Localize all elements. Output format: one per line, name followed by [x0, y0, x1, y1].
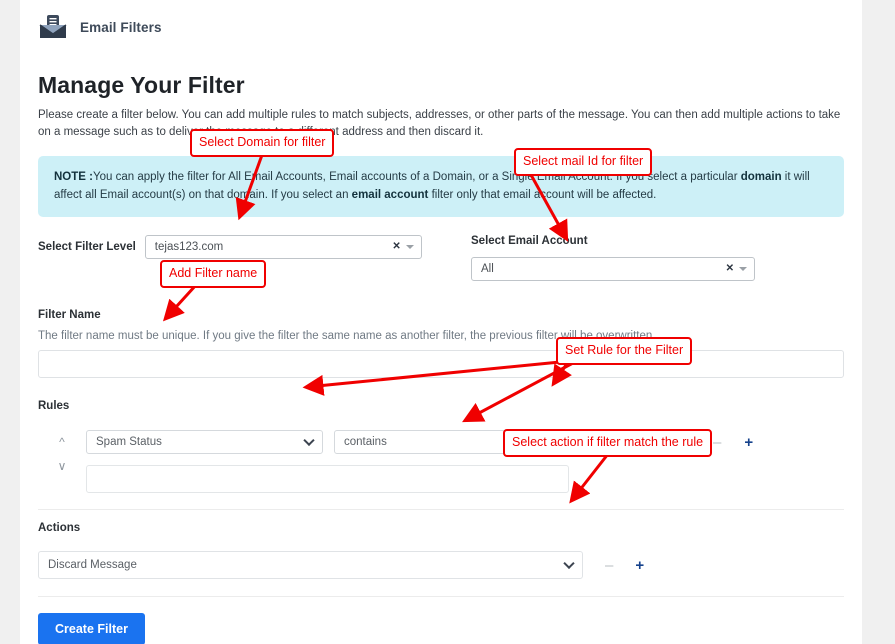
note-label: NOTE : — [54, 171, 93, 184]
chevron-down-icon[interactable] — [563, 558, 575, 570]
filter-level-group: Select Filter Level tejas123.com ✕ — [38, 235, 453, 281]
action-addremove-controls: – + — [605, 558, 644, 573]
rules-label: Rules — [38, 400, 70, 413]
chevron-down-icon[interactable] — [303, 435, 315, 447]
rule-addremove-controls: – + — [713, 435, 753, 450]
add-action-button[interactable]: + — [635, 558, 644, 573]
rule-operator-select[interactable]: contains — [334, 430, 556, 455]
email-account-label: Select Email Account — [471, 235, 588, 248]
action-select[interactable]: Discard Message — [38, 551, 583, 580]
caret-down-icon[interactable] — [405, 245, 414, 250]
add-rule-button[interactable]: + — [744, 435, 753, 450]
clear-x-icon[interactable]: ✕ — [726, 264, 734, 274]
actions-section: Actions Discard Message – + Create Filte… — [38, 522, 844, 644]
email-envelope-icon — [38, 14, 68, 40]
selectors-row: Select Filter Level tejas123.com ✕ Selec… — [38, 235, 844, 282]
filter-level-label: Select Filter Level — [38, 241, 136, 254]
rules-section: Rules ^ ∨ Spam Status contains – + — [38, 400, 844, 511]
rule-value-input[interactable] — [86, 465, 569, 494]
rules-row: ^ ∨ Spam Status contains – + — [38, 430, 844, 494]
chevron-up-icon[interactable]: ^ — [59, 436, 65, 448]
note-bold-email-account: email account — [351, 188, 429, 201]
email-account-value: All — [481, 263, 494, 276]
note-text-1: You can apply the filter for All Email A… — [92, 171, 741, 184]
filter-name-section: Filter Name The filter name must be uniq… — [38, 309, 844, 379]
filter-name-help: The filter name must be unique. If you g… — [38, 330, 656, 343]
note-text-3: filter only that email account will be a… — [428, 188, 657, 201]
chevron-down-icon[interactable]: ∨ — [58, 460, 67, 472]
email-account-group: Select Email Account All ✕ — [453, 235, 844, 282]
filter-name-label: Filter Name — [38, 309, 101, 322]
rule-field-select[interactable]: Spam Status — [86, 430, 323, 455]
action-value: Discard Message — [48, 559, 137, 572]
remove-action-button[interactable]: – — [605, 558, 613, 573]
clear-x-icon[interactable]: ✕ — [392, 242, 400, 252]
page-container: Email Filters Manage Your Filter Please … — [20, 0, 862, 644]
rule-reorder-controls: ^ ∨ — [38, 430, 86, 493]
remove-rule-button[interactable]: – — [713, 435, 721, 450]
actions-label: Actions — [38, 522, 81, 535]
filter-level-value: tejas123.com — [154, 241, 224, 254]
intro-line-1: Please create a filter below. You can ad… — [38, 109, 816, 121]
filter-name-input[interactable] — [38, 350, 844, 379]
app-title: Email Filters — [80, 19, 162, 35]
email-account-select[interactable]: All ✕ — [471, 257, 755, 282]
page-intro: Please create a filter below. You can ad… — [38, 107, 844, 140]
rule-operator-value: contains — [344, 436, 387, 449]
action-row: Discard Message – + — [38, 551, 844, 580]
note-bold-domain: domain — [740, 171, 782, 184]
app-header: Email Filters — [20, 0, 862, 44]
section-divider — [38, 509, 844, 511]
rule-field-value: Spam Status — [96, 436, 162, 449]
chevron-down-icon[interactable] — [536, 435, 548, 447]
caret-down-icon[interactable] — [739, 267, 747, 272]
filter-level-select[interactable]: tejas123.com ✕ — [144, 235, 422, 260]
page-title: Manage Your Filter — [38, 72, 245, 98]
note-banner: NOTE :You can apply the filter for All E… — [38, 156, 844, 218]
rule-fields: Spam Status contains – + — [86, 430, 844, 494]
create-filter-button[interactable]: Create Filter — [38, 613, 145, 644]
section-divider — [38, 596, 844, 598]
